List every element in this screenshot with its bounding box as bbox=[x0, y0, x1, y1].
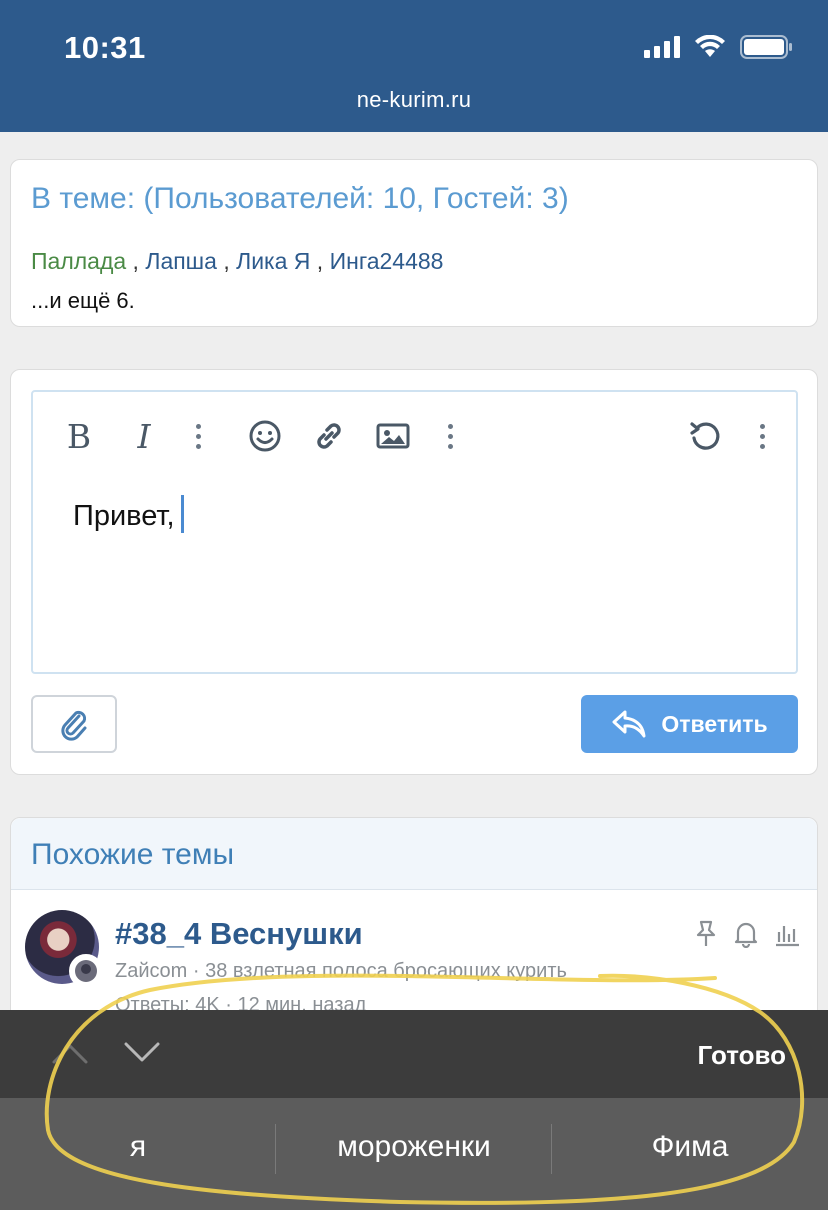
editor-content[interactable]: Привет, bbox=[73, 495, 184, 534]
attach-file-button[interactable] bbox=[31, 695, 117, 753]
reply-editor-card: B I Привет, Ответить bbox=[10, 369, 818, 775]
similar-topics-title: Похожие темы bbox=[31, 838, 235, 871]
user-separator: , bbox=[310, 248, 330, 274]
online-users-list: Паллада , Лапша , Лика Я , Инга24488 bbox=[31, 248, 443, 275]
battery-icon bbox=[740, 35, 792, 59]
online-users-title: В теме: (Пользователей: 10, Гостей: 3) bbox=[31, 182, 569, 215]
rich-text-editor[interactable]: B I Привет, bbox=[31, 390, 798, 674]
cellular-signal-icon bbox=[644, 36, 680, 58]
more-text-options-icon[interactable] bbox=[195, 416, 201, 456]
paperclip-icon bbox=[61, 710, 87, 741]
online-users-more: ...и ещё 6. bbox=[31, 288, 135, 313]
chevron-up-icon[interactable] bbox=[50, 1036, 90, 1068]
user-link-lika[interactable]: Лика Я bbox=[236, 248, 310, 274]
keyboard-keys-edge bbox=[0, 1202, 828, 1210]
user-link-pallada[interactable]: Паллада bbox=[31, 248, 126, 274]
status-time: 10:31 bbox=[64, 30, 146, 65]
suggestion-3[interactable]: Фима bbox=[552, 1130, 828, 1164]
pin-icon bbox=[696, 920, 716, 946]
editor-text: Привет, bbox=[73, 500, 175, 532]
editor-toolbar: B I bbox=[33, 392, 796, 478]
reply-button[interactable]: Ответить bbox=[581, 695, 798, 753]
suggestion-2[interactable]: мороженки bbox=[276, 1130, 552, 1164]
user-badge-icon bbox=[69, 954, 103, 988]
address-bar-url[interactable]: ne-kurim.ru bbox=[0, 87, 828, 113]
topic-title-link[interactable]: #38_4 Веснушки bbox=[115, 916, 363, 952]
similar-topics-header: Похожие темы bbox=[11, 818, 817, 890]
browser-header: 10:31 ne-kurim.ru bbox=[0, 0, 828, 132]
emoji-icon[interactable] bbox=[247, 416, 283, 456]
user-separator: , bbox=[216, 248, 237, 274]
link-icon[interactable] bbox=[311, 416, 347, 456]
reply-arrow-icon bbox=[612, 710, 646, 738]
topic-icons bbox=[693, 920, 801, 948]
bell-icon bbox=[734, 922, 758, 948]
keyboard-suggestion-bar: я мороженки Фима bbox=[0, 1098, 828, 1210]
chevron-down-icon[interactable] bbox=[122, 1036, 162, 1068]
bold-button[interactable]: B bbox=[63, 416, 95, 456]
more-insert-options-icon[interactable] bbox=[447, 416, 453, 456]
user-separator: , bbox=[126, 248, 146, 274]
online-users-card: В теме: (Пользователей: 10, Гостей: 3) П… bbox=[10, 159, 818, 327]
reply-button-label: Ответить bbox=[661, 710, 768, 737]
user-link-lapsha[interactable]: Лапша bbox=[145, 248, 217, 274]
text-caret bbox=[180, 495, 184, 534]
suggestion-1[interactable]: я bbox=[0, 1130, 276, 1164]
topic-meta: Zайcom · 38 взлетная полоса бросающих ку… bbox=[115, 960, 567, 982]
undo-icon[interactable] bbox=[687, 416, 723, 456]
status-icons bbox=[644, 34, 794, 60]
italic-button[interactable]: I bbox=[129, 416, 159, 456]
user-link-inga[interactable]: Инга24488 bbox=[330, 248, 444, 274]
image-icon[interactable] bbox=[375, 416, 411, 456]
keyboard-accessory-bar: Готово bbox=[0, 1010, 828, 1098]
stats-icon bbox=[776, 926, 799, 947]
more-editor-options-icon[interactable] bbox=[759, 416, 765, 456]
wifi-icon bbox=[695, 35, 725, 57]
keyboard-done-button[interactable]: Готово bbox=[698, 1040, 786, 1071]
